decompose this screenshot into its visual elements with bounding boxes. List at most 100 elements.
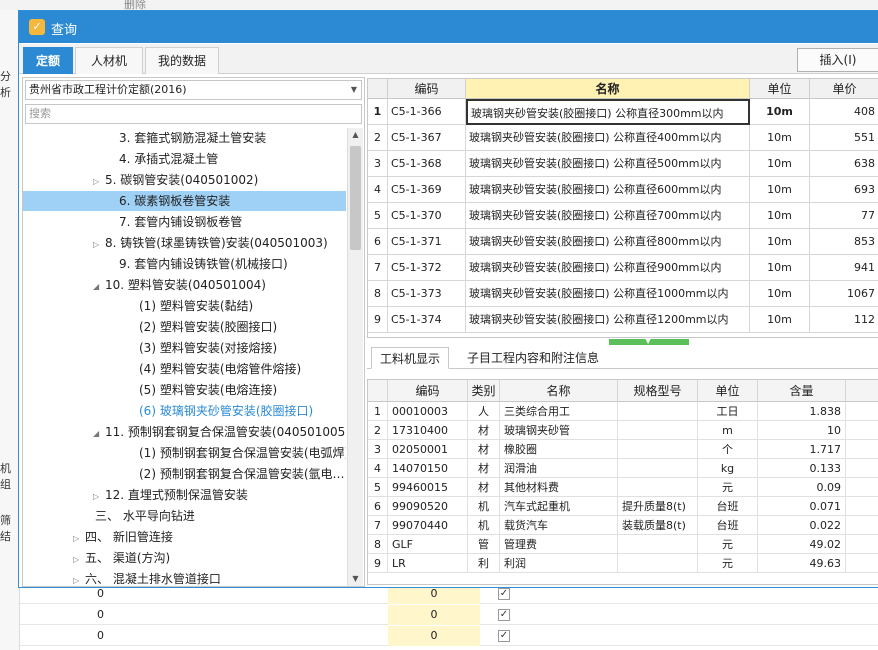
header-type[interactable]: 类别 <box>468 380 500 402</box>
tab-work-content[interactable]: 子目工程内容和附注信息 <box>459 347 607 369</box>
tree-item[interactable]: (3) 塑料管安装(对接熔接) <box>127 338 277 358</box>
table-row[interactable]: 7 C5-1-372 玻璃钢夹砂管安装(胶圈接口) 公称直径900mm以内 10m 94… <box>368 255 878 281</box>
insert-button[interactable]: 插入(I) <box>797 48 878 72</box>
header-price[interactable]: 单价 <box>810 79 878 99</box>
tree-item[interactable]: ◢ 10. 塑料管安装(040501004) <box>93 275 266 295</box>
header-spec[interactable]: 规格型号 <box>618 380 698 402</box>
search-input[interactable]: 搜索 <box>25 104 362 124</box>
expand-toggle-icon[interactable]: ▷ <box>73 571 85 586</box>
tree-item-label: (2) 预制钢套钢复合保温管安装(氩电… <box>139 467 345 481</box>
library-select[interactable]: 贵州省市政工程计价定额(2016) ▼ <box>25 80 362 100</box>
table-row[interactable]: 7 99070440 机载货汽车 装载质量8(t) 台班 0.022 <box>368 516 878 535</box>
cell-unit: kg <box>698 459 758 478</box>
tree-item[interactable]: ▷ 六、 混凝土排水管道接口 <box>73 569 221 586</box>
dialog-titlebar[interactable]: ✓ 查询 <box>19 11 878 43</box>
tree-item[interactable]: (5) 塑料管安装(电熔连接) <box>127 380 277 400</box>
header-name[interactable]: 名称 <box>500 380 618 402</box>
quota-tree-panel: 贵州省市政工程计价定额(2016) ▼ 搜索 3. 套箍式钢筋混凝土管安装 4. … <box>22 77 365 587</box>
expand-toggle-icon[interactable]: ▷ <box>73 550 85 570</box>
expand-toggle-icon[interactable]: ◢ <box>93 277 105 297</box>
tree-item[interactable]: 4. 承插式混凝土管 <box>107 149 218 169</box>
tab-quota[interactable]: 定额 <box>23 47 73 74</box>
expand-toggle-icon[interactable]: ▷ <box>93 487 105 507</box>
tree-item[interactable]: ▷ 四、 新旧管连接 <box>73 527 173 547</box>
table-row[interactable]: 2 C5-1-367 玻璃钢夹砂管安装(胶圈接口) 公称直径400mm以内 10m 55… <box>368 125 878 151</box>
tree-item[interactable]: ◢ 11. 预制钢套钢复合保温管安装(040501005) <box>93 422 346 442</box>
expand-toggle-icon[interactable]: ◢ <box>93 424 105 444</box>
tree-item[interactable]: (2) 塑料管安装(胶圈接口) <box>127 317 277 337</box>
tree-item[interactable]: ▷ 8. 铸铁管(球墨铸铁管)安装(040501003) <box>93 233 328 253</box>
background-label: 筛结 <box>0 514 11 543</box>
cell-type: 管 <box>468 535 500 554</box>
tab-my-data[interactable]: 我的数据 <box>145 47 219 74</box>
chevron-down-icon[interactable]: ▼ <box>351 81 357 99</box>
tree-item[interactable]: (1) 塑料管安装(黏结) <box>127 296 253 316</box>
table-row[interactable]: 5 C5-1-370 玻璃钢夹砂管安装(胶圈接口) 公称直径700mm以内 10m 77 <box>368 203 878 229</box>
tree-item[interactable]: ▷ 12. 直埋式预制保温管安装 <box>93 485 248 505</box>
material-grid: 编码 类别 名称 规格型号 单位 含量 1 00010003 人三类综合用工 工日 1.… <box>367 379 878 585</box>
tab-labor-material-machine[interactable]: 人材机 <box>75 47 143 74</box>
row-number: 9 <box>368 307 388 333</box>
tree-item[interactable]: 三、 水平导向钻进 <box>83 506 195 526</box>
row-checkbox[interactable]: ✓ <box>498 588 510 600</box>
tree-item[interactable]: ▷ 五、 渠道(方沟) <box>73 548 170 568</box>
cell-value[interactable]: 0 <box>388 626 480 646</box>
header-code[interactable]: 编码 <box>388 79 466 99</box>
cell-unit: 10m <box>750 229 810 255</box>
tree-item-label: 5. 碳钢管安装(040501002) <box>105 173 259 187</box>
row-checkbox[interactable]: ✓ <box>498 609 510 621</box>
tree-item[interactable]: 6. 碳素钢板卷管安装 <box>23 191 346 211</box>
tree-item[interactable]: (2) 预制钢套钢复合保温管安装(氩电… <box>127 464 345 484</box>
table-row[interactable]: 5 99460015 材其他材料费 元 0.09 <box>368 478 878 497</box>
table-row[interactable]: 4 C5-1-369 玻璃钢夹砂管安装(胶圈接口) 公称直径600mm以内 10m 69… <box>368 177 878 203</box>
table-row[interactable]: 6 99090520 机汽车式起重机 提升质量8(t) 台班 0.071 <box>368 497 878 516</box>
scroll-thumb[interactable] <box>350 146 361 250</box>
cell-code: 00010003 <box>388 402 468 421</box>
cell-quantity: 49.63 <box>758 554 846 573</box>
table-row[interactable]: 1 00010003 人三类综合用工 工日 1.838 <box>368 402 878 421</box>
tree-item[interactable]: 9. 套管内铺设铸铁管(机械接口) <box>107 254 288 274</box>
cell-name: 玻璃钢夹砂管安装(胶圈接口) 公称直径900mm以内 <box>466 255 750 281</box>
expand-toggle-icon[interactable]: ▷ <box>93 172 105 192</box>
table-row[interactable]: 6 C5-1-371 玻璃钢夹砂管安装(胶圈接口) 公称直径800mm以内 10m 85… <box>368 229 878 255</box>
header-unit[interactable]: 单位 <box>698 380 758 402</box>
table-row[interactable]: 2 17310400 材玻璃钢夹砂管 m 10 <box>368 421 878 440</box>
table-row[interactable]: 3 C5-1-368 玻璃钢夹砂管安装(胶圈接口) 公称直径500mm以内 10m 63… <box>368 151 878 177</box>
tree-item[interactable]: (6) 玻璃钢夹砂管安装(胶圈接口) <box>127 401 313 421</box>
table-row[interactable]: 8 C5-1-373 玻璃钢夹砂管安装(胶圈接口) 公称直径1000mm以内 10m 1… <box>368 281 878 307</box>
table-row: 0 0 ✓ <box>20 605 878 625</box>
table-row[interactable]: 8 GLF 管管理费 元 49.02 <box>368 535 878 554</box>
tree-item[interactable]: (1) 预制钢套钢复合保温管安装(电弧焊) <box>127 443 346 463</box>
cell-price: 693 <box>810 177 878 203</box>
tree-scrollbar[interactable]: ▲ ▼ <box>347 128 363 586</box>
cell-name: 玻璃钢夹砂管安装(胶圈接口) 公称直径1200mm以内 <box>466 307 750 333</box>
tree-item[interactable]: 7. 套管内铺设钢板卷管 <box>107 212 242 232</box>
expand-toggle-icon[interactable]: ▷ <box>93 235 105 255</box>
header-code[interactable]: 编码 <box>388 380 468 402</box>
header-name[interactable]: 名称 <box>466 79 750 99</box>
scroll-up-icon[interactable]: ▲ <box>348 128 363 142</box>
tree-item[interactable]: (4) 塑料管安装(电熔管件熔接) <box>127 359 301 379</box>
tab-material-display[interactable]: 工料机显示 <box>371 347 450 369</box>
cell-code: C5-1-366 <box>388 99 466 125</box>
header-quantity[interactable]: 含量 <box>758 380 846 402</box>
scroll-down-icon[interactable]: ▼ <box>348 572 363 586</box>
cell-name: 玻璃钢夹砂管安装(胶圈接口) 公称直径600mm以内 <box>466 177 750 203</box>
expand-toggle-icon[interactable]: ▷ <box>73 529 85 549</box>
table-row[interactable]: 4 14070150 材润滑油 kg 0.133 <box>368 459 878 478</box>
table-row[interactable]: 9 LR 利利润 元 49.63 <box>368 554 878 573</box>
cell-name: 其他材料费 <box>500 478 618 497</box>
header-unit[interactable]: 单位 <box>750 79 810 99</box>
cell-price: 941 <box>810 255 878 281</box>
tree-item[interactable]: ▷ 5. 碳钢管安装(040501002) <box>93 170 258 190</box>
table-row[interactable]: 1 C5-1-366 玻璃钢夹砂管安装(胶圈接口) 公称直径300mm以内 10m 40… <box>368 99 878 125</box>
table-row[interactable]: 9 C5-1-374 玻璃钢夹砂管安装(胶圈接口) 公称直径1200mm以内 10m 1… <box>368 307 878 333</box>
tree-item-label: 三、 水平导向钻进 <box>95 509 195 523</box>
cell-quantity: 0.09 <box>758 478 846 497</box>
cell-code: C5-1-371 <box>388 229 466 255</box>
tree-item[interactable]: 3. 套箍式钢筋混凝土管安装 <box>107 128 266 148</box>
cell-value[interactable]: 0 <box>388 605 480 625</box>
table-row[interactable]: 3 02050001 材橡胶圈 个 1.717 <box>368 440 878 459</box>
row-checkbox[interactable]: ✓ <box>498 630 510 642</box>
row-number: 9 <box>368 554 388 573</box>
